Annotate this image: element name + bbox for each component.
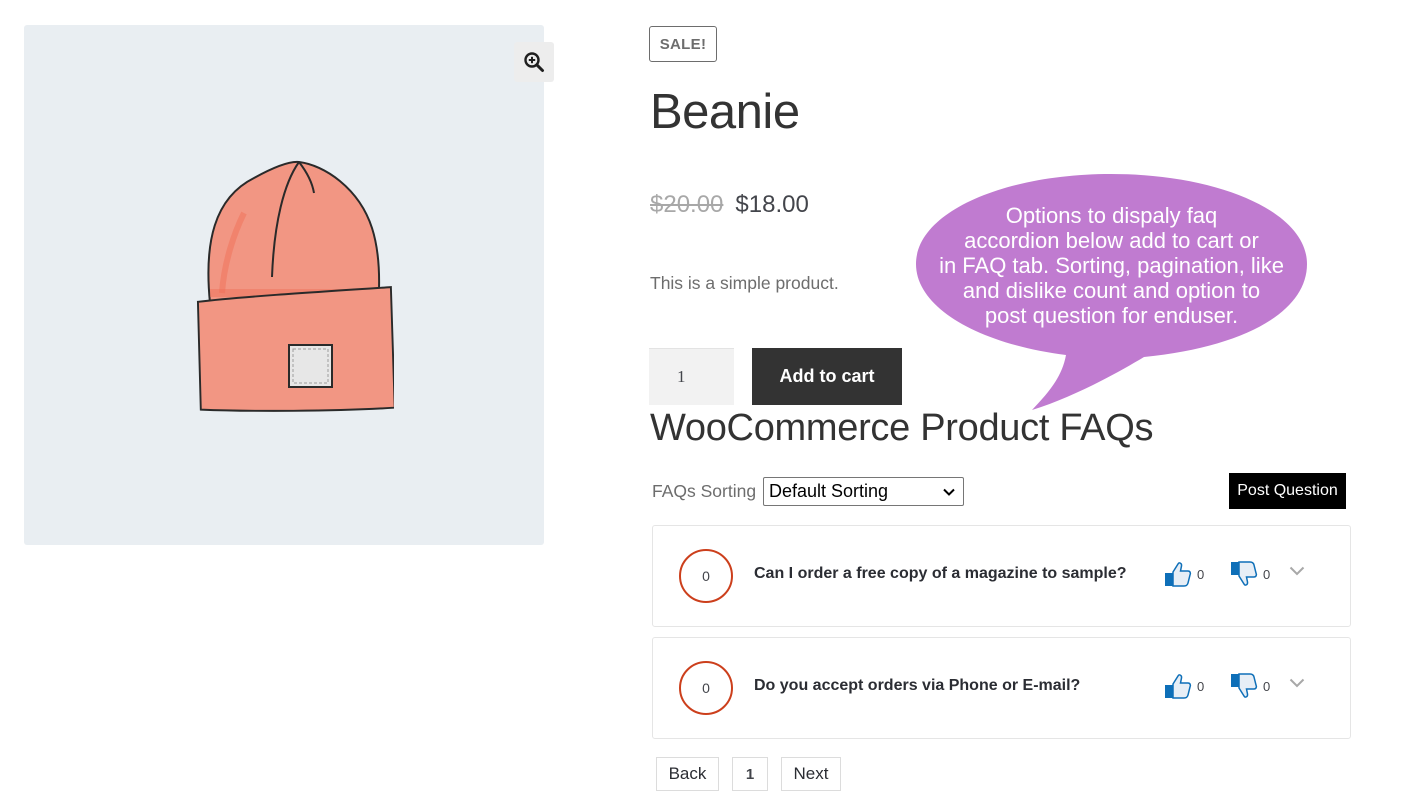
product-price: $20.00 $18.00 <box>650 191 809 219</box>
callout-line: in FAQ tab. Sorting, pagination, like <box>939 253 1284 278</box>
short-description: This is a simple product. <box>650 273 839 293</box>
faq-sorting-label: FAQs Sorting <box>652 481 757 501</box>
like-count: 0 <box>1197 678 1205 694</box>
expand-chevron-icon[interactable] <box>1289 678 1305 688</box>
callout-text: Options to dispaly faq accordion below a… <box>914 203 1309 328</box>
faq-view-count: 0 <box>679 661 733 715</box>
post-question-button[interactable]: Post Question <box>1229 473 1346 509</box>
like-button[interactable]: 0 <box>1164 561 1204 587</box>
pagination-back-button[interactable]: Back <box>656 757 719 791</box>
faq-item[interactable]: 0 Can I order a free copy of a magazine … <box>652 525 1351 627</box>
zoom-in-icon <box>524 52 544 72</box>
product-title: Beanie <box>650 85 800 139</box>
product-image-beanie[interactable] <box>174 153 394 415</box>
sale-badge: SALE! <box>649 26 717 62</box>
dislike-button[interactable]: 0 <box>1230 673 1270 699</box>
dislike-count: 0 <box>1263 678 1271 694</box>
chevron-down-icon <box>943 488 955 496</box>
image-zoom-button[interactable] <box>514 42 554 82</box>
dislike-count: 0 <box>1263 566 1271 582</box>
faq-section-title: WooCommerce Product FAQs <box>650 407 1154 449</box>
regular-price: $20.00 <box>650 191 724 218</box>
expand-chevron-icon[interactable] <box>1289 566 1305 576</box>
callout-line: and dislike count and option to <box>962 278 1261 303</box>
faq-sorting-value: Default Sorting <box>769 481 889 501</box>
faq-question[interactable]: Can I order a free copy of a magazine to… <box>754 565 1127 583</box>
faq-item[interactable]: 0 Do you accept orders via Phone or E-ma… <box>652 637 1351 739</box>
like-button[interactable]: 0 <box>1164 673 1204 699</box>
faq-sorting-select[interactable]: Default Sorting <box>763 477 964 506</box>
callout-line: accordion below add to cart or <box>964 228 1259 253</box>
callout-line: post question for enduser. <box>984 303 1239 328</box>
pagination-page-current[interactable]: 1 <box>732 757 768 791</box>
faq-question[interactable]: Do you accept orders via Phone or E-mail… <box>754 677 1080 695</box>
dislike-button[interactable]: 0 <box>1230 561 1270 587</box>
callout-line: Options to dispaly faq <box>1005 203 1218 228</box>
product-gallery <box>24 25 544 545</box>
quantity-input[interactable] <box>649 348 734 405</box>
pagination-next-button[interactable]: Next <box>781 757 841 791</box>
thumbs-up-icon <box>1165 674 1192 699</box>
thumbs-down-icon <box>1231 561 1258 586</box>
add-to-cart-button[interactable]: Add to cart <box>752 348 902 405</box>
thumbs-up-icon <box>1165 562 1192 587</box>
thumbs-down-icon <box>1231 673 1258 698</box>
like-count: 0 <box>1197 566 1205 582</box>
faq-view-count: 0 <box>679 549 733 603</box>
sale-price: $18.00 <box>735 191 809 218</box>
